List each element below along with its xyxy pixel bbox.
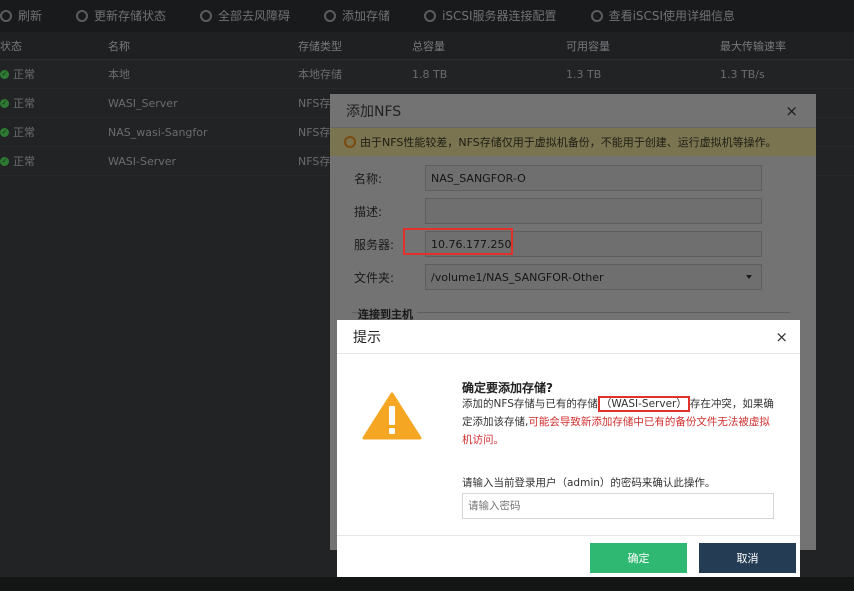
host-section-divider <box>352 312 790 314</box>
status-cell: ✓ 正常 <box>0 95 108 111</box>
ok-status-icon: ✓ <box>0 69 9 79</box>
tip-text: 由于NFS性能较差，NFS存储仅用于虚拟机备份，不能用于创建、运行虚拟机等操作。 <box>360 136 777 149</box>
toolbar-update-status-button[interactable]: 更新存储状态 <box>62 10 166 22</box>
name-cell: NAS_wasi-Sangfor <box>108 125 208 139</box>
folder-select[interactable]: /volume1/NAS_SANGFOR-Other <box>425 264 762 290</box>
bottom-bar <box>0 577 854 591</box>
toolbar-label: 全部去风障碍 <box>218 10 291 22</box>
conflict-storage-name: （WASI-Server） <box>597 396 690 412</box>
column-header-status[interactable]: 状态 <box>0 38 108 54</box>
refresh-icon <box>0 10 12 22</box>
nfs-warning-tip: 由于NFS性能较差，NFS存储仅用于虚拟机备份，不能用于创建、运行虚拟机等操作。 <box>330 128 816 156</box>
confirm-question: 确定要添加存储? <box>462 381 553 395</box>
status-cell: ✓ 正常 <box>0 153 108 169</box>
server-label: 服务器: <box>354 237 395 252</box>
folder-label: 文件夹: <box>354 270 395 285</box>
password-label: 请输入当前登录用户（admin）的密码来确认此操作。 <box>462 477 716 489</box>
info-icon <box>590 10 603 22</box>
lightbulb-icon <box>344 136 356 148</box>
ok-status-icon: ✓ <box>0 156 9 166</box>
name-cell: 本地 <box>108 68 130 81</box>
sync-icon <box>76 10 89 22</box>
column-header-type[interactable]: 存储类型 <box>298 38 412 54</box>
confirm-button[interactable]: 确定 <box>590 543 687 573</box>
table-header: 状态 名称 存储类型 总容量 可用容量 最大传输速率 <box>0 32 854 60</box>
status-text: 正常 <box>13 68 35 81</box>
toolbar-label: 更新存储状态 <box>94 10 167 22</box>
rate-cell: 1.3 TB/s <box>720 67 765 81</box>
folder-value: /volume1/NAS_SANGFOR-Other <box>431 270 604 284</box>
toolbar-add-storage-button[interactable]: 添加存储 <box>310 10 390 22</box>
desc-part1: 添加的NFS存储与已有的存储 <box>462 398 598 410</box>
toolbar-label: 查看iSCSI使用详细信息 <box>608 10 736 22</box>
iscsi-icon <box>424 10 437 22</box>
toolbar-iscsi-config-button[interactable]: iSCSI服务器连接配置 <box>410 10 557 22</box>
confirm-dialog-header: 提示 × <box>337 320 800 354</box>
name-input[interactable]: NAS_SANGFOR-O <box>425 165 762 191</box>
status-text: 正常 <box>13 126 35 139</box>
status-cell: ✓ 正常 <box>0 124 108 140</box>
plus-icon <box>324 10 337 22</box>
name-label: 名称: <box>354 171 383 186</box>
column-header-rate[interactable]: 最大传输速率 <box>720 38 854 54</box>
cancel-button[interactable]: 取消 <box>699 543 796 573</box>
close-icon[interactable]: × <box>785 102 798 120</box>
chevron-down-icon <box>746 275 752 279</box>
toolbar-clear-fault-button[interactable]: 全部去风障碍 <box>186 10 290 22</box>
password-input[interactable] <box>462 493 774 519</box>
close-icon[interactable]: × <box>775 328 788 346</box>
server-highlight-box <box>403 228 513 255</box>
toolbar-label: iSCSI服务器连接配置 <box>442 10 557 22</box>
conflict-description: 添加的NFS存储与已有的存储 （WASI-Server） 存在冲突，如果确定添加该存… <box>462 395 774 449</box>
nfs-dialog-header: 添加NFS × <box>330 94 816 128</box>
toolbar-label: 添加存储 <box>342 10 391 22</box>
free-cell: 1.3 TB <box>566 67 602 81</box>
confirm-dialog: 提示 × 确定要添加存储? 添加的NFS存储与已有的存储 （WASI-Server… <box>337 320 800 577</box>
table-row[interactable]: ✓ 正常 本地 本地存储 1.8 TB 1.3 TB 1.3 TB/s <box>0 60 854 89</box>
name-cell: WASI_Server <box>108 96 178 110</box>
description-input[interactable] <box>425 198 762 224</box>
description-label: 描述: <box>354 204 383 219</box>
total-cell: 1.8 TB <box>412 67 448 81</box>
toolbar-iscsi-info-button[interactable]: 查看iSCSI使用详细信息 <box>577 10 736 22</box>
column-header-name[interactable]: 名称 <box>108 38 298 54</box>
status-cell: ✓ 正常 <box>0 66 108 82</box>
status-text: 正常 <box>13 155 35 168</box>
column-header-free[interactable]: 可用容量 <box>566 38 720 54</box>
toolbar-refresh-button[interactable]: 刷新 <box>0 10 42 22</box>
name-row: 名称: NAS_SANGFOR-O <box>330 164 816 192</box>
folder-row: 文件夹: /volume1/NAS_SANGFOR-Other <box>330 263 816 291</box>
name-cell: WASI-Server <box>108 154 177 168</box>
confirm-dialog-title: 提示 <box>353 329 381 346</box>
nfs-dialog-title: 添加NFS <box>346 103 402 120</box>
description-row: 描述: <box>330 197 816 225</box>
main-toolbar: 刷新 更新存储状态 全部去风障碍 添加存储 iSCSI服务器连接配置 查看iSC… <box>0 0 854 32</box>
column-header-total[interactable]: 总容量 <box>412 38 566 54</box>
warning-icon <box>362 392 422 440</box>
toolbar-label: 刷新 <box>18 10 43 22</box>
type-cell: 本地存储 <box>298 68 342 81</box>
confirm-dialog-footer: 确定 取消 <box>337 535 800 577</box>
ok-status-icon: ✓ <box>0 127 9 137</box>
ok-status-icon: ✓ <box>0 98 9 108</box>
status-text: 正常 <box>13 97 35 110</box>
check-icon <box>200 10 213 22</box>
